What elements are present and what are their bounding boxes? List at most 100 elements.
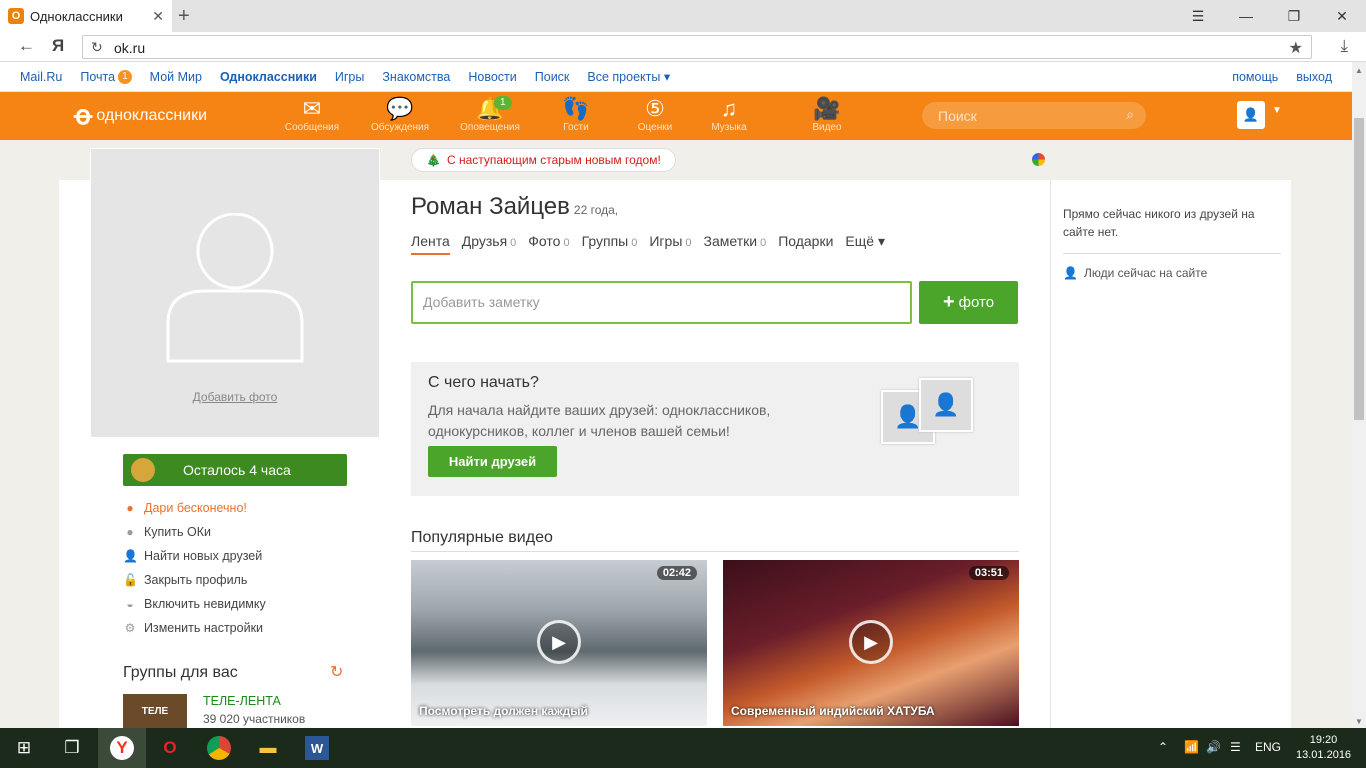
chevron-down-icon[interactable]: ▼ bbox=[1272, 105, 1282, 116]
download-icon[interactable]: ⤓ bbox=[1340, 36, 1348, 56]
right-column: Прямо сейчас никого из друзей на сайте н… bbox=[1050, 180, 1291, 728]
language-indicator[interactable]: ENG bbox=[1255, 740, 1281, 754]
opera-icon[interactable]: O bbox=[158, 736, 182, 760]
scrollbar-thumb[interactable] bbox=[1354, 118, 1364, 420]
tab-count: 0 bbox=[685, 237, 692, 249]
portal-link-ok[interactable]: Одноклассники bbox=[220, 70, 317, 84]
tab-groups[interactable]: Группы 0 bbox=[582, 233, 638, 255]
back-icon[interactable]: ← bbox=[18, 36, 35, 56]
video-duration: 03:51 bbox=[968, 566, 1009, 580]
bookmark-star-icon[interactable]: ★ bbox=[1289, 38, 1303, 58]
toolbar-notifications[interactable]: 🔔 1 Оповещения bbox=[450, 96, 530, 133]
portal-link-games[interactable]: Игры bbox=[335, 70, 364, 84]
page-scrollbar[interactable]: ▲ ▼ bbox=[1352, 62, 1366, 728]
holiday-banner[interactable]: 🎄 С наступающим старым новым годом! bbox=[411, 148, 676, 172]
user-avatar[interactable]: 👤 bbox=[1237, 101, 1265, 129]
scroll-down-icon[interactable]: ▼ bbox=[1355, 717, 1363, 726]
group-item[interactable]: ТЕЛЕ ТЕЛЕ-ЛЕНТА 39 020 участников bbox=[123, 694, 305, 728]
tab-friends[interactable]: Друзья 0 bbox=[462, 233, 517, 255]
volume-icon[interactable]: 🔊 bbox=[1206, 740, 1221, 754]
menu-buy-oks[interactable]: ● Купить ОКи bbox=[123, 520, 266, 544]
browser-tab[interactable]: О Одноклассники ✕ bbox=[0, 0, 172, 32]
menu-gift[interactable]: ● Дари бесконечно! bbox=[123, 496, 266, 520]
video-card[interactable]: 03:51 ▶ Современный индийский ХАТУБА bbox=[723, 560, 1019, 726]
portal-link-dating[interactable]: Знакомства bbox=[382, 70, 450, 84]
color-theme-icon[interactable] bbox=[1032, 153, 1045, 166]
menu-icon[interactable]: ☰ bbox=[1174, 0, 1222, 32]
video-camera-icon: 🎥 bbox=[813, 96, 841, 121]
url-field[interactable]: ↻ ok.ru ★ bbox=[82, 35, 1312, 59]
toolbar-video[interactable]: 🎥 Видео bbox=[787, 96, 867, 133]
search-input[interactable] bbox=[922, 102, 1102, 129]
portal-link-news[interactable]: Новости bbox=[468, 70, 516, 84]
ok-logo[interactable]: ꝋ одноклассники bbox=[74, 100, 207, 131]
portal-link-mailru[interactable]: Mail.Ru bbox=[20, 70, 62, 84]
menu-close-profile[interactable]: 🔓 Закрыть профиль bbox=[123, 568, 266, 592]
lock-icon: 🔓 bbox=[123, 573, 138, 587]
promo-banner[interactable]: Осталось 4 часа bbox=[123, 454, 347, 486]
video-title[interactable]: Современный индийский ХАТУБА bbox=[731, 704, 935, 718]
help-link[interactable]: помощь bbox=[1232, 70, 1278, 84]
people-online-link[interactable]: 👤 Люди сейчас на сайте bbox=[1063, 266, 1207, 280]
url-text[interactable]: ok.ru bbox=[114, 40, 145, 56]
tab-notes[interactable]: Заметки 0 bbox=[704, 233, 767, 255]
tab-photos[interactable]: Фото 0 bbox=[528, 233, 569, 255]
file-explorer-icon[interactable]: ▬ bbox=[256, 736, 280, 760]
video-card[interactable]: 02:42 ▶ Посмотреть должен каждый bbox=[411, 560, 707, 726]
add-photo-link[interactable]: Добавить фото bbox=[91, 390, 379, 404]
tab-feed[interactable]: Лента bbox=[411, 233, 450, 255]
minimize-icon[interactable]: — bbox=[1222, 0, 1270, 32]
reload-icon[interactable]: ↻ bbox=[91, 39, 103, 56]
menu-invisible[interactable]: ◒ Включить невидимку bbox=[123, 592, 265, 616]
yandex-browser-icon[interactable]: Y bbox=[110, 736, 134, 760]
portal-link-label: Все проекты ▾ bbox=[587, 70, 671, 84]
close-tab-icon[interactable]: ✕ bbox=[152, 8, 164, 25]
toolbar-music[interactable]: ♫ Музыка bbox=[689, 96, 769, 133]
tab-count: 0 bbox=[510, 237, 517, 249]
scroll-up-icon[interactable]: ▲ bbox=[1355, 66, 1363, 75]
action-center-icon[interactable]: ☰ bbox=[1230, 740, 1241, 754]
group-thumbnail[interactable]: ТЕЛЕ bbox=[123, 694, 187, 728]
add-photo-button[interactable]: + фото bbox=[919, 281, 1018, 324]
getting-started-title: С чего начать? bbox=[428, 374, 539, 391]
hat-icon: ◒ bbox=[126, 597, 134, 611]
envelope-icon: ✉ bbox=[302, 96, 322, 121]
portal-link-all-projects[interactable]: Все проекты ▾ bbox=[587, 69, 670, 84]
logout-link[interactable]: выход bbox=[1296, 70, 1332, 84]
portal-link-search[interactable]: Поиск bbox=[535, 70, 570, 84]
find-friends-button[interactable]: Найти друзей bbox=[428, 446, 557, 477]
toolbar-guests[interactable]: 👣 Гости bbox=[536, 96, 616, 133]
close-window-icon[interactable]: ✕ bbox=[1318, 0, 1366, 32]
add-note-input[interactable] bbox=[413, 283, 893, 321]
search-icon[interactable]: ⌕ bbox=[1126, 106, 1134, 123]
new-tab-icon[interactable]: + bbox=[178, 5, 190, 28]
toolbar-discussions[interactable]: 💬 Обсуждения bbox=[360, 96, 440, 133]
menu-settings[interactable]: ⚙ Изменить настройки bbox=[123, 616, 266, 640]
toolbar-messages[interactable]: ✉ Сообщения bbox=[272, 96, 352, 133]
tab-more[interactable]: Ещё ▾ bbox=[845, 233, 885, 255]
tray-chevron-icon[interactable]: ⌃ bbox=[1158, 740, 1168, 754]
task-view-icon[interactable]: ❒ bbox=[60, 736, 84, 760]
restore-icon[interactable]: ❐ bbox=[1270, 0, 1318, 32]
toolbar-ratings[interactable]: ⑤ Оценки bbox=[615, 96, 695, 133]
portal-link-moimir[interactable]: Мой Мир bbox=[150, 70, 202, 84]
windows-start-icon[interactable]: ⊞ bbox=[12, 736, 36, 760]
group-name[interactable]: ТЕЛЕ-ЛЕНТА bbox=[203, 694, 305, 708]
person-icon: 👤 bbox=[123, 549, 138, 563]
tab-gifts[interactable]: Подарки bbox=[778, 233, 833, 255]
profile-name: Роман Зайцев bbox=[411, 193, 570, 220]
chrome-icon[interactable] bbox=[207, 736, 231, 760]
portal-link-label: Почта bbox=[80, 69, 116, 84]
play-icon[interactable]: ▶ bbox=[849, 620, 893, 664]
profile-photo[interactable]: Добавить фото bbox=[91, 149, 379, 437]
network-icon[interactable]: 📶 bbox=[1184, 740, 1199, 754]
portal-link-mail[interactable]: Почта 1 bbox=[80, 69, 132, 84]
refresh-icon[interactable]: ↻ bbox=[330, 662, 343, 682]
yandex-icon[interactable]: Я bbox=[52, 36, 64, 56]
word-icon[interactable]: W bbox=[305, 736, 329, 760]
play-icon[interactable]: ▶ bbox=[537, 620, 581, 664]
system-clock[interactable]: 19:20 13.01.2016 bbox=[1296, 733, 1351, 763]
video-title[interactable]: Посмотреть должен каждый bbox=[419, 704, 588, 718]
menu-find-friends[interactable]: 👤 Найти новых друзей bbox=[123, 544, 266, 568]
tab-games[interactable]: Игры 0 bbox=[649, 233, 691, 255]
